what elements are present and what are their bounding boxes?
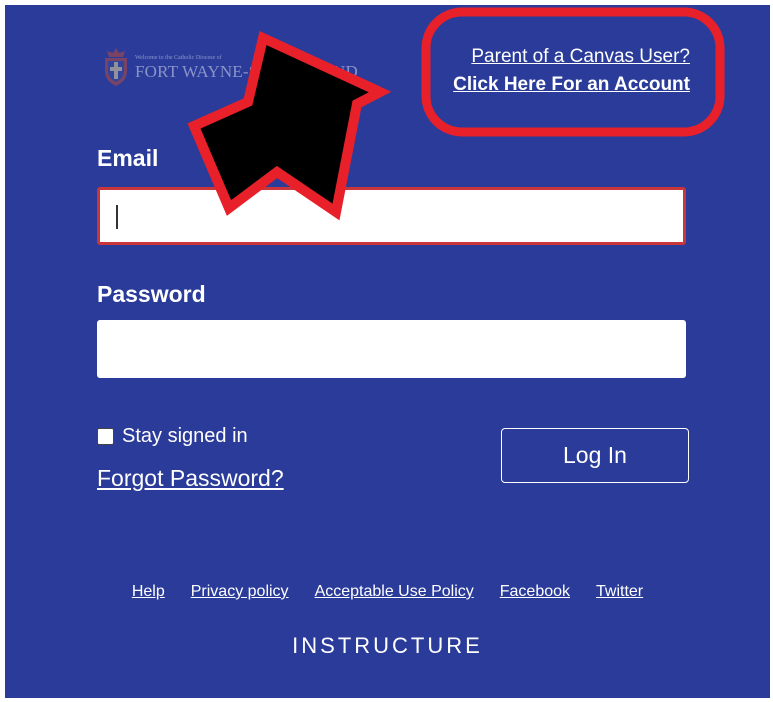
- footer-twitter-link[interactable]: Twitter: [596, 583, 643, 601]
- parent-account-link-block: Parent of a Canvas User? Click Here For …: [453, 43, 690, 99]
- login-page: Welcome to the Catholic Diocese of FORT …: [5, 5, 770, 698]
- parent-link-create-account[interactable]: Click Here For an Account: [453, 71, 690, 99]
- logo-name: FORT WAYNE-SOUTH BEND: [135, 61, 358, 81]
- instructure-brand: INSTRUCTURE: [292, 633, 483, 658]
- footer-acceptable-use-link[interactable]: Acceptable Use Policy: [315, 583, 474, 601]
- forgot-password-link[interactable]: Forgot Password?: [97, 465, 284, 492]
- email-input[interactable]: [97, 187, 686, 245]
- crest-icon: [105, 48, 127, 86]
- text-caret: [116, 205, 118, 229]
- stay-signed-in-label: Stay signed in: [122, 425, 248, 447]
- footer-facebook-link[interactable]: Facebook: [500, 583, 570, 601]
- footer-privacy-link[interactable]: Privacy policy: [191, 583, 289, 601]
- stay-signed-in-row: Stay signed in: [97, 425, 248, 448]
- logo-tagline: Welcome to the Catholic Diocese of: [135, 54, 222, 61]
- footer-help-link[interactable]: Help: [132, 583, 165, 601]
- email-label: Email: [97, 145, 159, 171]
- diocese-logo: Welcome to the Catholic Diocese of FORT …: [101, 47, 358, 87]
- stay-signed-in-checkbox[interactable]: [97, 428, 114, 445]
- footer-links: Help Privacy policy Acceptable Use Polic…: [5, 583, 770, 601]
- login-button[interactable]: Log In: [501, 428, 689, 483]
- parent-link-question[interactable]: Parent of a Canvas User?: [453, 43, 690, 71]
- password-input[interactable]: [97, 320, 686, 378]
- password-label: Password: [97, 281, 206, 307]
